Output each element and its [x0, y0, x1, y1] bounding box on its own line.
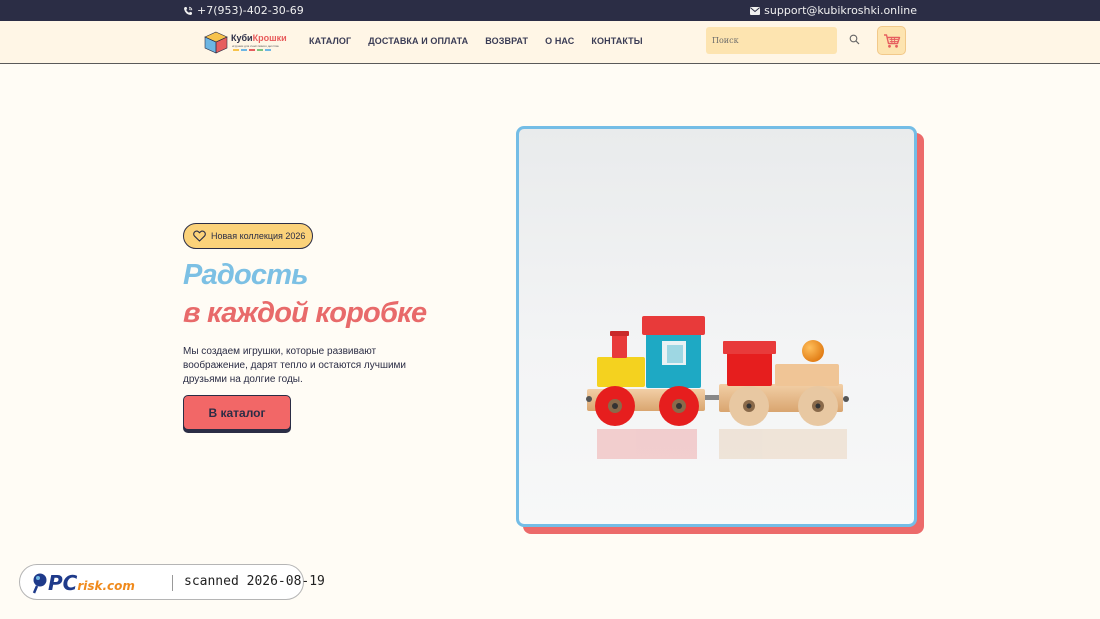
nav-delivery[interactable]: ДОСТАВКА И ОПЛАТА [368, 36, 468, 46]
pcrisk-brand-b: risk.com [77, 579, 135, 593]
heart-icon [193, 230, 206, 242]
phone-icon [184, 6, 193, 15]
toy-train-illustration [586, 316, 849, 459]
top-bar: +7(953)-402-30-69 support@kubikroshki.on… [0, 0, 1100, 21]
hero-title-line1: Радость [183, 259, 308, 291]
hero-title-line2: в каждой коробке [183, 297, 427, 329]
catalog-button[interactable]: В каталог [183, 395, 291, 430]
scan-date: scanned 2026-08-19 [184, 574, 325, 589]
logo-cube-icon [204, 31, 228, 54]
envelope-icon [750, 6, 761, 15]
badge-label: Новая коллекция 2026 [211, 231, 306, 241]
phone-contact[interactable]: +7(953)-402-30-69 [183, 4, 304, 17]
email-address[interactable]: support@kubikroshki.online [764, 4, 917, 17]
watermark-divider [172, 575, 173, 591]
logo-tagline: игрушки для счастливого детства [232, 44, 279, 48]
nav-about[interactable]: О НАС [545, 36, 574, 46]
phone-number[interactable]: +7(953)-402-30-69 [197, 4, 304, 17]
nav-returns[interactable]: ВОЗВРАТ [485, 36, 528, 46]
hero-description: Мы создаем игрушки, которые развивают во… [183, 346, 407, 385]
logo-stripes [233, 49, 271, 51]
new-collection-badge: Новая коллекция 2026 [183, 223, 313, 249]
magnifier-logo-icon [32, 573, 47, 594]
pcrisk-watermark: PC risk.com scanned 2026-08-19 [19, 564, 325, 600]
site-header: КубиКрошки игрушки для счастливого детст… [0, 21, 1100, 64]
cart-icon [883, 33, 900, 48]
search-input[interactable] [706, 27, 837, 54]
nav-contacts[interactable]: КОНТАКТЫ [591, 36, 642, 46]
logo-text: КубиКрошки [231, 33, 287, 43]
nav-catalog[interactable]: КАТАЛОГ [309, 36, 351, 46]
pcrisk-logo: PC risk.com [32, 571, 135, 595]
email-contact[interactable]: support@kubikroshki.online [750, 4, 917, 17]
site-logo[interactable]: КубиКрошки игрушки для счастливого детст… [203, 30, 293, 54]
main-nav: КАТАЛОГ ДОСТАВКА И ОПЛАТА ВОЗВРАТ О НАС … [309, 36, 643, 46]
pcrisk-brand-a: PC [48, 571, 78, 595]
cart-button[interactable] [877, 26, 906, 55]
search-icon[interactable] [849, 34, 860, 45]
hero-image [516, 126, 917, 527]
